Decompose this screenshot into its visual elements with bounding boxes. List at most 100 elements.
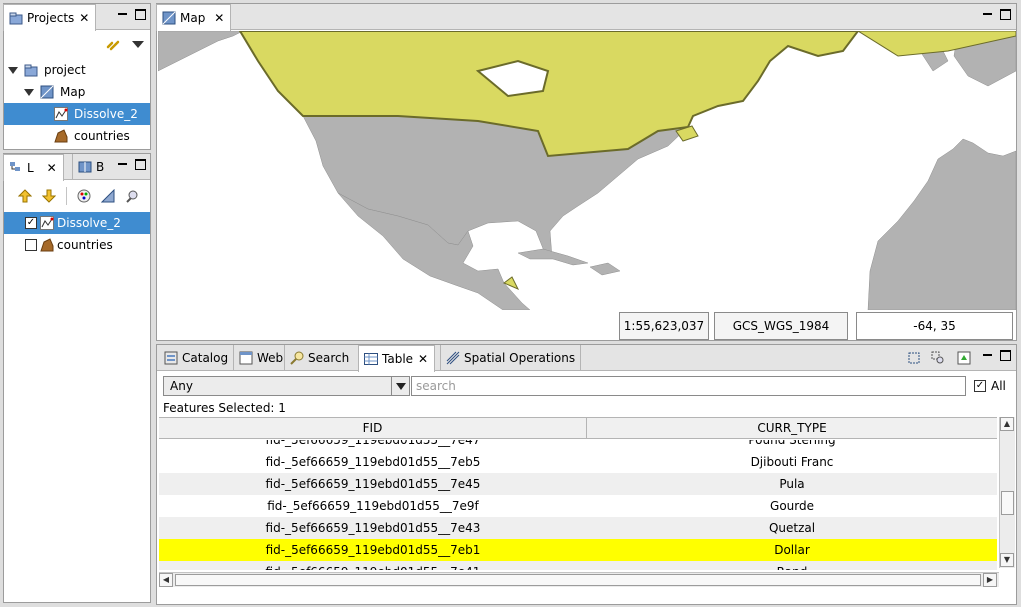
filter-dropdown[interactable]: Any	[163, 376, 410, 396]
book-icon	[78, 160, 92, 174]
table-header: FID CURR_TYPE	[159, 417, 997, 439]
column-header-curr-type[interactable]: CURR_TYPE	[587, 418, 997, 438]
layer-line-icon	[54, 107, 68, 121]
edit-icon[interactable]	[100, 188, 115, 203]
cell-fid: fid-_5ef66659_119ebd01d55__7e43	[265, 521, 481, 535]
map-panel: Map ✕ 1:55,623,037 GCS_WGS_1984 -64, 35	[156, 3, 1017, 341]
layer-label: Dissolve_2	[57, 216, 121, 230]
layer-visibility-checkbox[interactable]: ✓	[25, 217, 37, 229]
layer-polygon-icon	[54, 129, 68, 143]
tab-catalog-label: Catalog	[182, 351, 229, 365]
scroll-right-button[interactable]: ▶	[983, 573, 997, 587]
all-toggle[interactable]: ✓ All	[974, 379, 1006, 393]
expand-icon[interactable]	[24, 88, 34, 96]
tab-web[interactable]: Web	[233, 345, 288, 371]
layer-item-dissolve[interactable]: ✓ Dissolve_2	[4, 212, 150, 234]
zoom-selection-icon[interactable]	[931, 351, 945, 365]
minimize-button[interactable]	[982, 350, 993, 361]
layer-item-countries[interactable]: countries	[4, 234, 150, 256]
scale-field[interactable]: 1:55,623,037	[619, 312, 709, 340]
minimize-button[interactable]	[117, 159, 128, 170]
maximize-button[interactable]	[1000, 9, 1011, 20]
properties-icon[interactable]	[125, 189, 139, 203]
vertical-scrollbar[interactable]: ▲ ▼	[999, 417, 1015, 568]
expand-icon[interactable]	[8, 66, 18, 74]
table-row-selected[interactable]: fid-_5ef66659_119ebd01d55__7eb1 Dollar	[159, 539, 997, 561]
scroll-down-button[interactable]: ▼	[1000, 553, 1014, 567]
tree-item-dissolve[interactable]: Dissolve_2	[4, 103, 150, 125]
web-icon	[239, 351, 253, 365]
cell-fid: fid-_5ef66659_119ebd01d55__7e47	[265, 440, 481, 447]
tab-table[interactable]: Table ✕	[358, 345, 436, 372]
layer-visibility-checkbox[interactable]	[25, 239, 37, 251]
tab-bookmarks[interactable]: B	[72, 154, 109, 180]
tab-projects-label: Projects	[27, 11, 75, 25]
cell-curr-type: Dollar	[774, 543, 810, 557]
table-row[interactable]: fid-_5ef66659_119ebd01d55__7e41 Rand	[159, 561, 997, 570]
column-header-fid[interactable]: FID	[159, 418, 587, 438]
move-down-icon[interactable]	[41, 189, 57, 203]
close-icon[interactable]: ✕	[417, 352, 429, 366]
close-icon[interactable]: ✕	[46, 161, 58, 175]
tree-item-map[interactable]: Map	[4, 81, 150, 103]
tab-catalog[interactable]: Catalog	[159, 345, 233, 371]
close-icon[interactable]: ✕	[78, 11, 90, 25]
maximize-button[interactable]	[135, 9, 146, 20]
table-row[interactable]: fid-_5ef66659_119ebd01d55__7e9f Gourde	[159, 495, 997, 517]
move-up-icon[interactable]	[17, 189, 33, 203]
table-row[interactable]: fid-_5ef66659_119ebd01d55__7e45 Pula	[159, 473, 997, 495]
tab-layers[interactable]: L ✕	[3, 154, 64, 181]
select-features-icon[interactable]	[907, 351, 921, 365]
projects-icon	[9, 11, 23, 25]
style-icon[interactable]	[77, 189, 91, 203]
tree-item-project[interactable]: project	[4, 59, 150, 81]
maximize-button[interactable]	[135, 159, 146, 170]
scroll-up-button[interactable]: ▲	[1000, 417, 1014, 431]
maximize-button[interactable]	[1000, 350, 1011, 361]
promote-selection-icon[interactable]	[957, 351, 971, 365]
table-row[interactable]: fid-_5ef66659_119ebd01d55__7e43 Quetzal	[159, 517, 997, 539]
layer-label: countries	[57, 238, 113, 252]
cell-curr-type: Pound Sterling	[748, 440, 836, 447]
cell-curr-type: Djibouti Franc	[750, 455, 834, 469]
table-row[interactable]: fid-_5ef66659_119ebd01d55__7e47 Pound St…	[159, 440, 997, 451]
horizontal-scrollbar[interactable]: ◀ ▶	[159, 572, 999, 587]
chevron-down-icon[interactable]	[391, 377, 409, 395]
close-icon[interactable]: ✕	[213, 11, 225, 25]
search-input[interactable]: search	[411, 376, 966, 396]
tree-item-label: countries	[74, 129, 130, 143]
scroll-left-button[interactable]: ◀	[159, 573, 173, 587]
layers-toolbar	[4, 183, 150, 209]
tab-web-label: Web	[257, 351, 284, 365]
link-icon[interactable]	[106, 37, 120, 51]
tab-projects[interactable]: Projects ✕	[3, 4, 97, 31]
search-icon	[290, 351, 304, 365]
minimize-button[interactable]	[982, 9, 993, 20]
layer-line-icon	[40, 216, 54, 230]
cell-curr-type: Pula	[779, 477, 805, 491]
cell-fid: fid-_5ef66659_119ebd01d55__7e45	[265, 477, 481, 491]
tree-item-countries[interactable]: countries	[4, 125, 150, 147]
catalog-icon	[164, 351, 178, 365]
layers-icon	[9, 161, 23, 175]
scroll-thumb[interactable]	[175, 574, 981, 586]
minimize-button[interactable]	[117, 9, 128, 20]
projects-tree: project Map Dissolve_2 countries	[4, 59, 150, 149]
table-row[interactable]: fid-_5ef66659_119ebd01d55__7eb5 Djibouti…	[159, 451, 997, 473]
scroll-thumb[interactable]	[1001, 491, 1014, 515]
projects-panel: Projects ✕ project Map Dissolve_2 countr…	[3, 3, 151, 150]
tab-spatial-operations[interactable]: Spatial Operations	[440, 345, 582, 371]
all-checkbox[interactable]: ✓	[974, 380, 986, 392]
view-menu-icon[interactable]	[132, 40, 144, 48]
map-canvas[interactable]	[158, 31, 1016, 310]
tab-map[interactable]: Map ✕	[156, 4, 232, 31]
table-body: fid-_5ef66659_119ebd01d55__7e47 Pound St…	[159, 440, 997, 570]
table-icon	[364, 352, 378, 366]
cell-curr-type: Rand	[587, 561, 997, 570]
cell-curr-type: Gourde	[770, 499, 814, 513]
tab-table-label: Table	[382, 352, 414, 366]
tab-search[interactable]: Search	[284, 345, 354, 371]
features-selected-text: Features Selected: 1	[163, 401, 286, 415]
cell-fid: fid-_5ef66659_119ebd01d55__7e9f	[267, 499, 479, 513]
crs-button[interactable]: GCS_WGS_1984	[714, 312, 848, 340]
